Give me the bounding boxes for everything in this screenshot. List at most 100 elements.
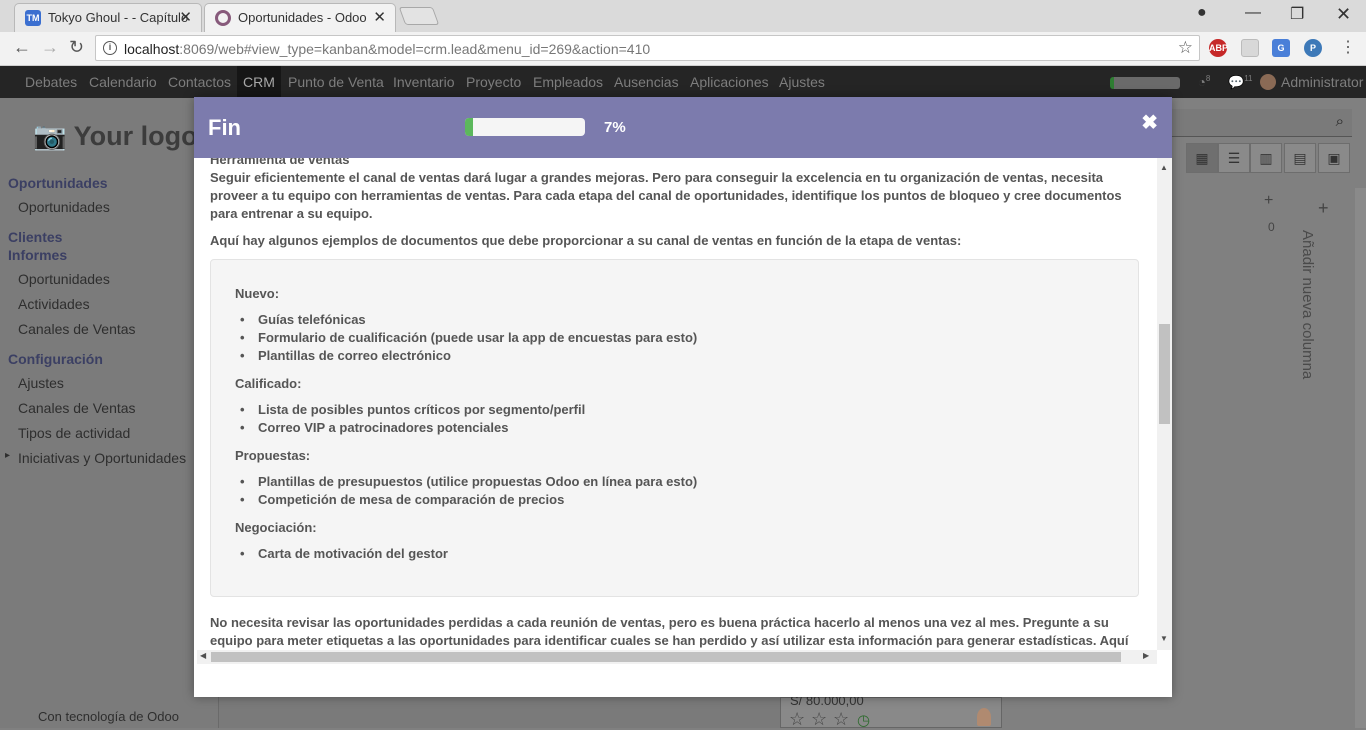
menu-contactos[interactable]: Contactos [168, 74, 231, 90]
kanban-card[interactable]: S/ 80.000,00 ☆ ☆ ☆ ◷ [780, 693, 1002, 730]
list-item: Carta de motivación del gestor [240, 545, 448, 563]
restore-icon[interactable]: ❐ [1290, 4, 1304, 24]
graph-view-button[interactable]: ▥ [1250, 143, 1282, 173]
extension-icon[interactable] [1241, 39, 1259, 57]
stages-box: Nuevo: Guías telefónicas Formulario de c… [210, 259, 1139, 597]
sidebar-item-actividades[interactable]: Actividades [18, 296, 90, 312]
stage-nuevo: Nuevo: [235, 286, 280, 301]
kanban-column-background [218, 697, 780, 728]
kanban-icon: ▦ [1195, 150, 1209, 166]
browser-tab-tokyo-ghoul[interactable]: TM Tokyo Ghoul - - Capítulo ✕ [14, 3, 202, 32]
sidebar-item-iniciativas-y-oportunidades[interactable]: ▸ Iniciativas y Oportunidades [5, 450, 186, 466]
modal-header: Fin 7% ✖ [194, 97, 1172, 158]
menu-empleados[interactable]: Empleados [533, 74, 603, 90]
section-title: Herramienta de ventas [210, 158, 350, 167]
close-icon[interactable]: ✖ [1141, 110, 1158, 135]
modal-horizontal-scrollbar[interactable]: ◀ ▶ [197, 650, 1157, 664]
bookmark-star-icon[interactable]: ☆ [1178, 38, 1193, 58]
chrome-menu-icon[interactable]: ⋮ [1340, 37, 1356, 57]
stage-calificado-list: Lista de posibles puntos críticos por se… [240, 401, 585, 437]
kanban-view-button[interactable]: ▦ [1186, 143, 1218, 173]
search-icon[interactable]: ⌕ [1336, 113, 1344, 130]
stage-propuestas: Propuestas: [235, 448, 311, 463]
minimize-icon[interactable]: — [1245, 4, 1261, 22]
messages-icon[interactable]: 💬11 [1228, 74, 1253, 90]
scroll-left-icon[interactable]: ◀ [200, 651, 206, 660]
intro-paragraph: Seguir eficientemente el canal de ventas… [210, 170, 1122, 221]
search-input[interactable]: ⌕ [1172, 109, 1352, 137]
scroll-up-icon[interactable]: ▲ [1160, 163, 1168, 172]
forward-icon[interactable]: → [41, 37, 59, 58]
camera-icon: 📷 [33, 121, 67, 151]
calendar-icon: ▣ [1327, 150, 1341, 166]
scrollbar-thumb[interactable] [211, 652, 1121, 662]
powered-by-odoo[interactable]: Con tecnología de Odoo [38, 709, 179, 724]
sidebar-item-ajustes[interactable]: Ajustes [18, 375, 64, 391]
star-icon[interactable]: ☆ [789, 709, 805, 730]
background-scrollbar[interactable] [1355, 188, 1366, 728]
sidebar-item-config-canales-de-ventas[interactable]: Canales de Ventas [18, 400, 136, 416]
stage-propuestas-list: Plantillas de presupuestos (utilice prop… [240, 473, 697, 509]
sidebar-section-clientes[interactable]: Clientes [8, 229, 62, 245]
sidebar-item-oportunidades[interactable]: Oportunidades [18, 199, 110, 215]
close-window-icon[interactable]: ✕ [1336, 4, 1351, 25]
menu-crm[interactable]: CRM [237, 66, 281, 98]
scroll-down-icon[interactable]: ▼ [1160, 634, 1168, 643]
avatar[interactable] [1260, 74, 1276, 90]
avatar [977, 708, 991, 726]
back-icon[interactable]: ← [13, 37, 31, 58]
menu-debates[interactable]: Debates [25, 74, 77, 90]
browser-tab-bar: TM Tokyo Ghoul - - Capítulo ✕ Oportunida… [0, 0, 1366, 32]
list-item: Plantillas de presupuestos (utilice prop… [240, 473, 697, 491]
scrollbar-thumb[interactable] [1159, 324, 1170, 424]
stage-nuevo-list: Guías telefónicas Formulario de cualific… [240, 311, 697, 365]
list-view-button[interactable]: ☰ [1218, 143, 1250, 173]
star-icon[interactable]: ☆ [833, 709, 849, 730]
modal-vertical-scrollbar[interactable]: ▲ ▼ [1157, 158, 1172, 650]
new-tab-button[interactable] [398, 7, 440, 25]
sidebar-item-informes-oportunidades[interactable]: Oportunidades [18, 271, 110, 287]
menu-proyecto[interactable]: Proyecto [466, 74, 521, 90]
menu-inventario[interactable]: Inventario [393, 74, 454, 90]
list-item: Formulario de cualificación (puede usar … [240, 329, 697, 347]
profile-icon[interactable]: ● [1197, 4, 1207, 22]
address-bar[interactable]: i localhost:8069/web#view_type=kanban&mo… [95, 35, 1200, 61]
list-icon: ☰ [1227, 150, 1241, 166]
clock-icon[interactable]: ◷ [857, 711, 870, 729]
progress-percent: 7% [604, 119, 626, 136]
stage-negociacion: Negociación: [235, 520, 317, 535]
translate-icon[interactable]: G [1272, 39, 1290, 57]
add-column-icon[interactable]: + [1318, 198, 1329, 219]
calendar-view-button[interactable]: ▣ [1318, 143, 1350, 173]
quick-create-icon[interactable]: + [1264, 192, 1273, 210]
sidebar: 📷 Your logo Oportunidades Oportunidades … [0, 98, 218, 728]
menu-aplicaciones[interactable]: Aplicaciones [690, 74, 769, 90]
menu-punto-de-venta[interactable]: Punto de Venta [288, 74, 384, 90]
add-column-button[interactable]: Añadir nueva columna [1299, 230, 1316, 379]
browser-tab-odoo[interactable]: Oportunidades - Odoo ✕ [204, 3, 396, 32]
progress-fill [465, 118, 474, 136]
activity-icon[interactable]: ◔8 [1198, 74, 1210, 89]
close-tab-icon[interactable]: ✕ [179, 8, 192, 26]
list-item: Competición de mesa de comparación de pr… [240, 491, 697, 509]
adblock-icon[interactable]: ABP [1209, 39, 1228, 57]
reload-icon[interactable]: ↻ [69, 37, 84, 58]
site-info-icon[interactable]: i [103, 41, 117, 55]
close-tab-icon[interactable]: ✕ [373, 8, 386, 26]
pivot-view-button[interactable]: ▤ [1284, 143, 1316, 173]
planner-modal: Fin 7% ✖ Herramienta de ventas Seguir ef… [194, 97, 1172, 697]
column-count: 0 [1268, 220, 1275, 234]
tab-title: Oportunidades - Odoo [238, 10, 367, 25]
menu-calendario[interactable]: Calendario [89, 74, 157, 90]
planner-progress-bar[interactable] [1110, 77, 1180, 89]
menu-ajustes[interactable]: Ajustes [779, 74, 825, 90]
menu-ausencias[interactable]: Ausencias [614, 74, 679, 90]
list-item: Guías telefónicas [240, 311, 697, 329]
user-menu[interactable]: Administrator [1281, 74, 1363, 90]
sidebar-item-tipos-de-actividad[interactable]: Tipos de actividad [18, 425, 130, 441]
star-icon[interactable]: ☆ [811, 709, 827, 730]
scroll-right-icon[interactable]: ▶ [1143, 651, 1149, 660]
python-icon[interactable]: P [1304, 39, 1322, 57]
modal-body: Herramienta de ventas Seguir eficienteme… [194, 158, 1172, 650]
sidebar-item-canales-de-ventas[interactable]: Canales de Ventas [18, 321, 136, 337]
